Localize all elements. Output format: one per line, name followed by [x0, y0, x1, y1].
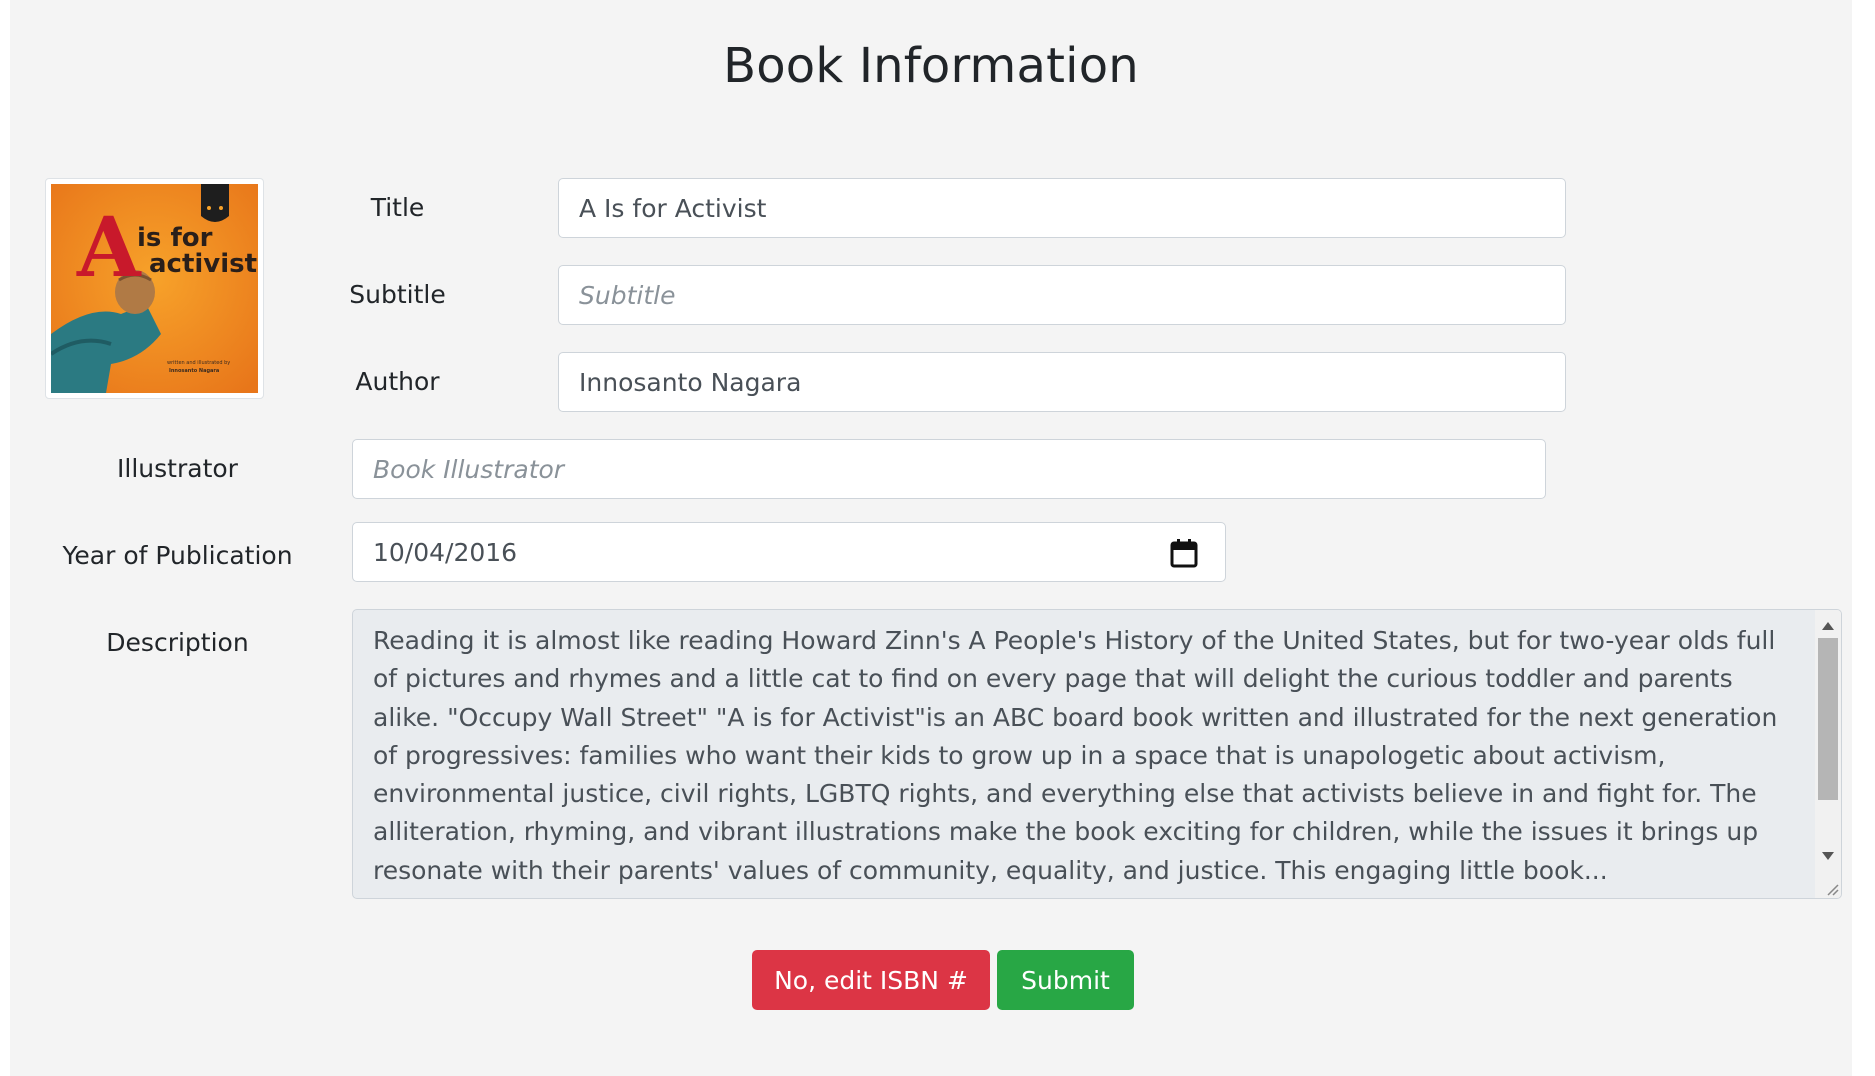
scroll-up-arrow-icon[interactable] — [1822, 622, 1834, 630]
cover-fine-print-1: written and illustrated by — [167, 360, 230, 366]
edit-isbn-button[interactable]: No, edit ISBN # — [752, 950, 990, 1010]
resize-grip-icon[interactable] — [1825, 882, 1839, 896]
description-label: Description — [106, 628, 249, 657]
subtitle-label: Subtitle — [349, 280, 446, 309]
year-date-value: 10/04/2016 — [373, 538, 518, 567]
author-input[interactable] — [558, 352, 1566, 412]
scroll-down-arrow-icon[interactable] — [1822, 852, 1834, 860]
cover-text-line2: activist — [149, 249, 257, 279]
book-cover-image: A is for activist written and illustrate… — [45, 178, 264, 399]
title-label: Title — [370, 193, 425, 222]
description-text: Reading it is almost like reading Howard… — [373, 626, 1778, 885]
cover-fine-print-2: Innosanto Nagara — [169, 368, 219, 374]
description-scrollbar[interactable] — [1815, 610, 1841, 898]
page-title: Book Information — [723, 38, 1139, 94]
calendar-icon[interactable] — [1170, 538, 1198, 568]
illustrator-input[interactable] — [352, 439, 1546, 499]
scroll-thumb[interactable] — [1818, 638, 1838, 800]
book-info-panel: Book Information A is for activist writt… — [10, 0, 1852, 1076]
cover-big-letter: A — [76, 200, 142, 296]
title-input[interactable] — [558, 178, 1566, 238]
illustrator-label: Illustrator — [117, 454, 238, 483]
submit-button[interactable]: Submit — [997, 950, 1134, 1010]
description-textarea[interactable]: Reading it is almost like reading Howard… — [352, 609, 1842, 899]
year-date-input[interactable]: 10/04/2016 — [352, 522, 1226, 582]
subtitle-input[interactable] — [558, 265, 1566, 325]
year-label: Year of Publication — [62, 541, 293, 570]
author-label: Author — [355, 367, 440, 396]
book-cover-illustration: A is for activist written and illustrate… — [51, 184, 258, 393]
